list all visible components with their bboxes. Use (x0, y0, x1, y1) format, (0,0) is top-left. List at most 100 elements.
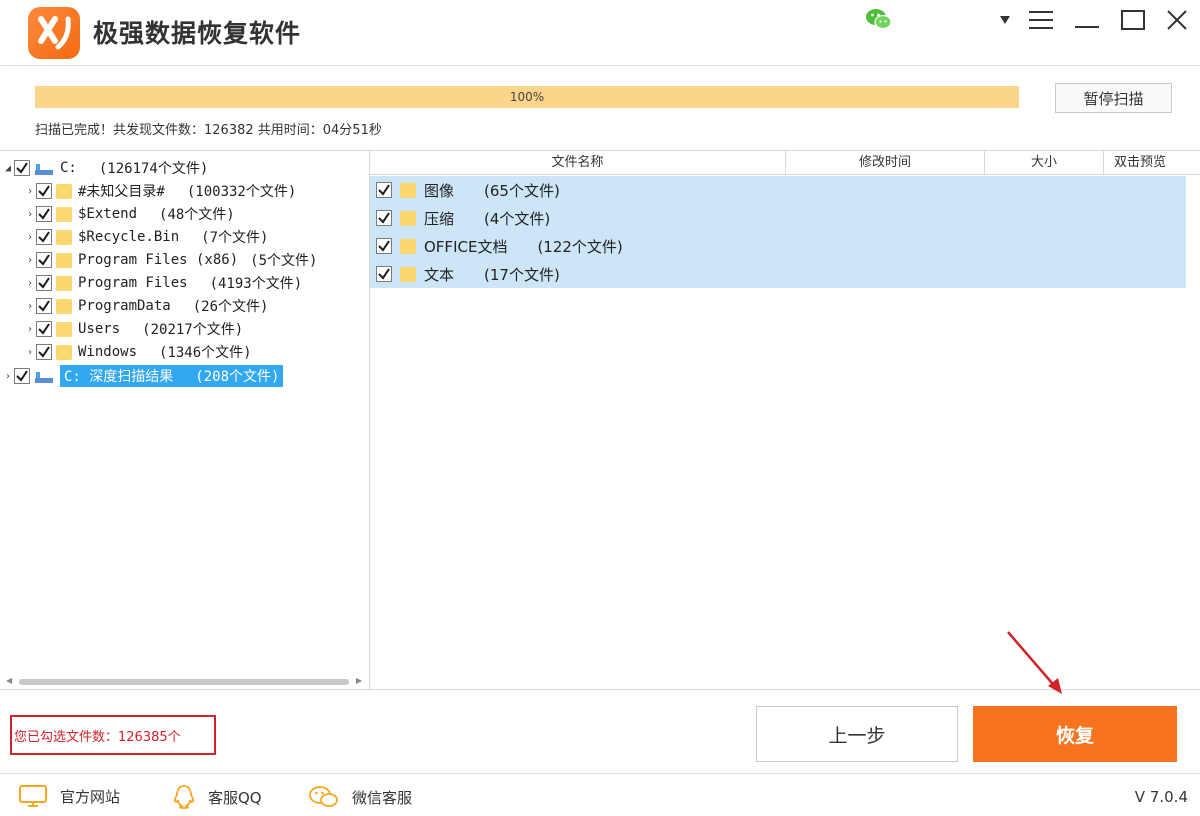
version-label: V 7.0.4 (1134, 788, 1188, 806)
wechat-icon[interactable] (864, 6, 894, 32)
tree-item-label: C: (60, 160, 77, 176)
tree-item-count: (5个文件) (250, 253, 318, 269)
expand-arrow-icon[interactable]: › (24, 232, 36, 243)
list-item-name: 文本 (424, 265, 455, 284)
tree-item-label: Users (78, 321, 121, 337)
expand-arrow-icon[interactable]: › (24, 347, 36, 358)
expand-arrow-icon[interactable]: ◢ (2, 163, 14, 174)
support-wechat-label: 微信客服 (352, 788, 413, 807)
scan-progress-bar: 100% (35, 86, 1019, 108)
menu-icon[interactable] (1026, 6, 1056, 34)
dropdown-arrow-icon[interactable] (990, 6, 1020, 34)
support-qq-label: 客服QQ (208, 788, 262, 807)
tree-item-label: ProgramData (78, 298, 171, 314)
expand-arrow-icon[interactable]: › (24, 255, 36, 266)
checkbox[interactable] (36, 275, 52, 291)
tree-item-label: $Extend (78, 206, 138, 222)
expand-arrow-icon[interactable]: › (24, 301, 36, 312)
tree-item-folder[interactable]: › #未知父目录# (100332个文件) (24, 180, 296, 202)
folder-icon (400, 182, 416, 198)
tree-item-count: (126174个文件) (98, 161, 209, 177)
tree-item-count: (20217个文件) (142, 322, 244, 338)
official-website-link[interactable]: 官方网站 (18, 784, 120, 808)
horizontal-scrollbar[interactable]: ◀ ▶ (4, 676, 366, 686)
checkbox[interactable] (36, 321, 52, 337)
support-wechat-link[interactable]: 微信客服 (308, 784, 412, 810)
checkbox[interactable] (36, 344, 52, 360)
folder-icon (56, 275, 72, 291)
checkbox[interactable] (36, 252, 52, 268)
monitor-icon (19, 785, 47, 807)
tree-item-count: (7个文件) (201, 230, 269, 246)
checkbox[interactable] (36, 206, 52, 222)
list-item[interactable]: 文本 (17个文件) (370, 260, 1186, 288)
tree-item-folder[interactable]: › Program Files (x86) (5个文件) (24, 249, 317, 271)
scrollbar-thumb[interactable] (19, 679, 349, 685)
expand-arrow-icon[interactable]: › (24, 186, 36, 197)
column-header-name[interactable]: 文件名称 (370, 151, 786, 175)
folder-icon (56, 229, 72, 245)
checkbox[interactable] (36, 298, 52, 314)
tree-item-count: (208个文件) (195, 369, 280, 385)
tree-item-label: Windows (78, 344, 138, 360)
tree-item-folder[interactable]: › Windows (1346个文件) (24, 341, 252, 363)
folder-icon (56, 206, 72, 222)
expand-arrow-icon[interactable]: › (24, 324, 36, 335)
checkbox[interactable] (376, 238, 392, 254)
list-item[interactable]: OFFICE文档 (122个文件) (370, 232, 1186, 260)
list-header: 文件名称 修改时间 大小 双击预览 (370, 151, 1200, 175)
qq-icon (174, 785, 194, 809)
tree-item-selected[interactable]: C: 深度扫描结果 (208个文件) (60, 365, 284, 387)
checkbox[interactable] (36, 183, 52, 199)
previous-step-button[interactable]: 上一步 (756, 706, 958, 762)
tree-item-drive-c[interactable]: ◢ C: (126174个文件) (2, 157, 208, 179)
tree-item-label: #未知父目录# (78, 184, 165, 200)
tree-item-deep-scan[interactable]: › C: 深度扫描结果 (208个文件) (2, 365, 284, 387)
folder-icon (400, 266, 416, 282)
tree-item-folder[interactable]: › Users (20217个文件) (24, 318, 243, 340)
list-item-count: (17个文件) (484, 265, 560, 284)
checkbox[interactable] (36, 229, 52, 245)
tree-item-count: (4193个文件) (209, 276, 303, 292)
file-list: 文件名称 修改时间 大小 双击预览 图像 (65个文件) 压缩 (4个文件) O… (370, 150, 1200, 690)
expand-arrow-icon[interactable]: › (24, 209, 36, 220)
tree-item-folder[interactable]: › Program Files (4193个文件) (24, 272, 302, 294)
tree-item-folder[interactable]: › $Recycle.Bin (7个文件) (24, 226, 268, 248)
tree-item-folder[interactable]: › $Extend (48个文件) (24, 203, 235, 225)
expand-arrow-icon[interactable]: › (2, 371, 14, 382)
folder-icon (56, 344, 72, 360)
tree-item-count: (26个文件) (192, 299, 269, 315)
folder-icon (400, 238, 416, 254)
checkbox[interactable] (14, 368, 30, 384)
tree-item-label: Program Files (78, 275, 188, 291)
column-header-size[interactable]: 大小 (985, 151, 1104, 175)
tree-item-label: $Recycle.Bin (78, 229, 180, 245)
wechat-icon (309, 786, 338, 807)
checkbox[interactable] (376, 182, 392, 198)
pause-scan-button[interactable]: 暂停扫描 (1055, 83, 1172, 113)
checkbox[interactable] (14, 160, 30, 176)
support-qq-link[interactable]: 客服QQ (172, 784, 262, 810)
column-header-modified[interactable]: 修改时间 (786, 151, 985, 175)
list-item[interactable]: 图像 (65个文件) (370, 176, 1186, 204)
checkbox[interactable] (376, 210, 392, 226)
list-item[interactable]: 压缩 (4个文件) (370, 204, 1186, 232)
close-icon[interactable] (1162, 6, 1192, 34)
column-header-preview[interactable]: 双击预览 (1104, 151, 1176, 175)
title-bar: 极强数据恢复软件 (0, 0, 1200, 66)
scan-progress-label: 100% (509, 90, 545, 104)
recover-button[interactable]: 恢复 (973, 706, 1177, 762)
tree-item-folder[interactable]: › ProgramData (26个文件) (24, 295, 268, 317)
checkbox[interactable] (376, 266, 392, 282)
maximize-icon[interactable] (1118, 6, 1148, 34)
tree-item-count: (1346个文件) (159, 345, 252, 361)
tree-item-count: (100332个文件) (186, 184, 297, 200)
folder-icon (56, 183, 72, 199)
tree-item-label: Program Files (x86) (78, 252, 239, 268)
scroll-right-icon[interactable]: ▶ (356, 676, 362, 685)
footer: 官方网站 客服QQ 微信客服 V 7.0.4 (0, 773, 1200, 816)
minimize-icon[interactable] (1072, 6, 1102, 34)
folder-icon (56, 252, 72, 268)
scroll-left-icon[interactable]: ◀ (6, 676, 12, 685)
expand-arrow-icon[interactable]: › (24, 278, 36, 289)
